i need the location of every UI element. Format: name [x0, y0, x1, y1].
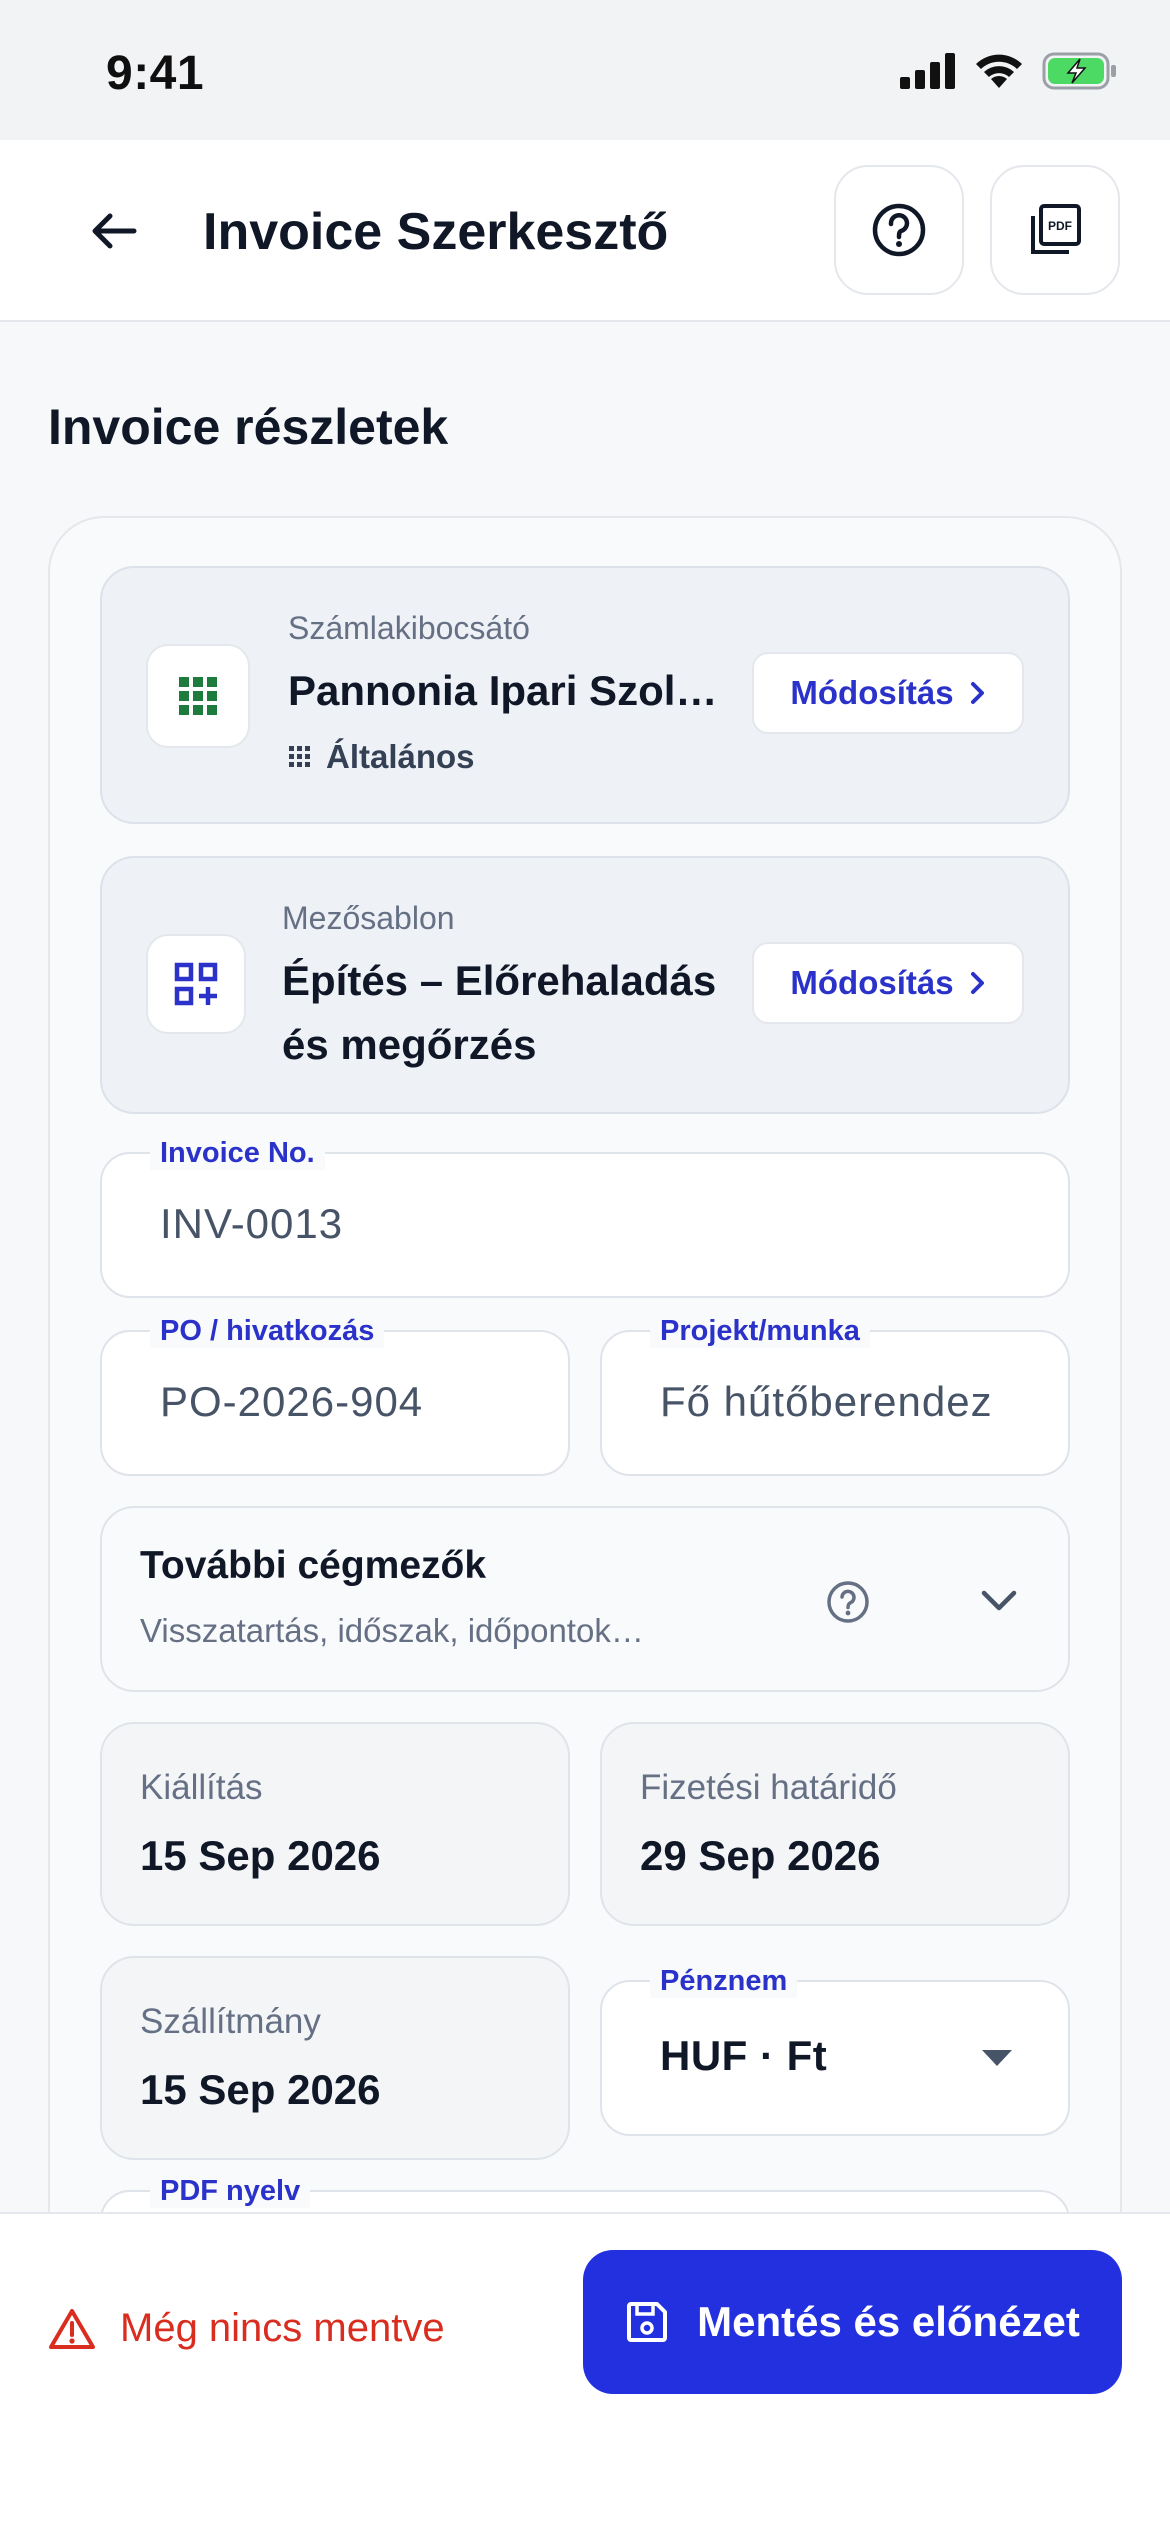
- section-title: Invoice részletek: [48, 399, 449, 455]
- issue-date-field[interactable]: Kiállítás 15 Sep 2026: [100, 1722, 570, 1926]
- issuer-category-label: Általános: [326, 738, 475, 775]
- currency-value: HUF · Ft: [660, 2032, 828, 2079]
- chevron-right-icon: [970, 972, 984, 994]
- wifi-icon: [976, 54, 1022, 88]
- currency-label: Pénznem: [650, 1964, 798, 1998]
- bottom-action-bar: Még nincs mentve Mentés és előnézet: [0, 2212, 1170, 2532]
- delivery-date-value: 15 Sep 2026: [140, 2066, 381, 2113]
- add-grid-icon: [174, 962, 218, 1006]
- pdf-language-field[interactable]: PDF nyelv: [100, 2174, 1070, 2212]
- template-card[interactable]: Mezősablon Építés – Előrehaladás és megő…: [100, 856, 1070, 1114]
- issue-date-value: 15 Sep 2026: [140, 1832, 381, 1879]
- template-icon-box: [146, 934, 246, 1034]
- invoice-number-label: Invoice No.: [150, 1136, 325, 1170]
- invoice-number-field[interactable]: Invoice No. INV-0013: [100, 1136, 1070, 1298]
- issuer-icon-box: [146, 644, 250, 748]
- pdf-button[interactable]: PDF: [990, 165, 1120, 295]
- issuer-label: Számlakibocsátó: [288, 610, 530, 646]
- floppy-disk-icon: [627, 2302, 668, 2342]
- save-preview-button[interactable]: Mentés és előnézet: [583, 2250, 1122, 2394]
- unsaved-status: Még nincs mentve: [48, 2306, 445, 2351]
- issuer-category: Általános: [288, 738, 475, 776]
- status-icons: [900, 52, 1118, 90]
- po-reference-label: PO / hivatkozás: [150, 1314, 385, 1348]
- issue-date-label: Kiállítás: [140, 1768, 263, 1807]
- question-circle-icon: [872, 203, 926, 257]
- small-grid-icon: [289, 746, 310, 767]
- template-value-line2: és megőrzés: [282, 1021, 537, 1068]
- issuer-modify-label: Módosítás: [790, 674, 954, 711]
- issuer-modify-button[interactable]: Módosítás: [752, 652, 1024, 734]
- project-field[interactable]: Projekt/munka Fő hűtőberendez: [600, 1314, 1070, 1476]
- warning-triangle-icon: [49, 2308, 95, 2349]
- project-value: Fő hűtőberendez: [660, 1378, 993, 1425]
- template-label: Mezősablon: [282, 900, 455, 936]
- question-circle-icon[interactable]: [826, 1580, 870, 1624]
- template-value-line1: Építés – Előrehaladás: [282, 957, 717, 1004]
- svg-text:PDF: PDF: [1048, 219, 1072, 233]
- battery-charging-icon: [1042, 52, 1116, 90]
- more-company-fields-accordion[interactable]: További cégmezők Visszatartás, időszak, …: [100, 1506, 1070, 1692]
- currency-select[interactable]: Pénznem HUF · Ft: [600, 1964, 1070, 2136]
- issuer-card[interactable]: Számlakibocsátó Pannonia Ipari Szol… Ált…: [100, 566, 1070, 824]
- arrow-left-icon: [92, 213, 137, 249]
- grid-icon: [179, 677, 217, 715]
- po-reference-field[interactable]: PO / hivatkozás PO-2026-904: [100, 1314, 570, 1476]
- due-date-value: 29 Sep 2026: [640, 1832, 881, 1879]
- help-button[interactable]: [834, 165, 964, 295]
- dropdown-arrow-icon: [982, 2050, 1012, 2066]
- chevron-down-icon[interactable]: [980, 1588, 1018, 1614]
- chevron-right-icon: [970, 682, 984, 704]
- pdf-language-label: PDF nyelv: [150, 2174, 311, 2208]
- status-bar: 9:41: [0, 0, 1170, 140]
- back-button[interactable]: [74, 191, 154, 271]
- delivery-date-field[interactable]: Szállítmány 15 Sep 2026: [100, 1956, 570, 2160]
- content-area[interactable]: Invoice részletek Számlakibocsátó Pannon…: [0, 322, 1170, 2212]
- po-reference-value: PO-2026-904: [160, 1378, 424, 1425]
- unsaved-label: Még nincs mentve: [120, 2306, 445, 2350]
- more-fields-title: További cégmezők: [140, 1544, 487, 1587]
- pdf-file-icon: PDF: [1031, 204, 1081, 254]
- delivery-date-label: Szállítmány: [140, 2002, 321, 2041]
- app-bar: Invoice Szerkesztő PDF: [0, 140, 1170, 322]
- invoice-number-value: INV-0013: [160, 1200, 344, 1247]
- project-label: Projekt/munka: [650, 1314, 870, 1348]
- due-date-label: Fizetési határidő: [640, 1768, 897, 1807]
- due-date-field[interactable]: Fizetési határidő 29 Sep 2026: [600, 1722, 1070, 1926]
- issuer-value: Pannonia Ipari Szol…: [288, 667, 718, 714]
- template-modify-button[interactable]: Módosítás: [752, 942, 1024, 1024]
- template-modify-label: Módosítás: [790, 964, 954, 1001]
- status-time: 9:41: [106, 47, 205, 100]
- cellular-signal-icon: [900, 53, 955, 89]
- more-fields-subtitle: Visszatartás, időszak, időpontok…: [140, 1612, 644, 1649]
- page-title: Invoice Szerkesztő: [203, 203, 669, 261]
- save-preview-label: Mentés és előnézet: [697, 2298, 1080, 2345]
